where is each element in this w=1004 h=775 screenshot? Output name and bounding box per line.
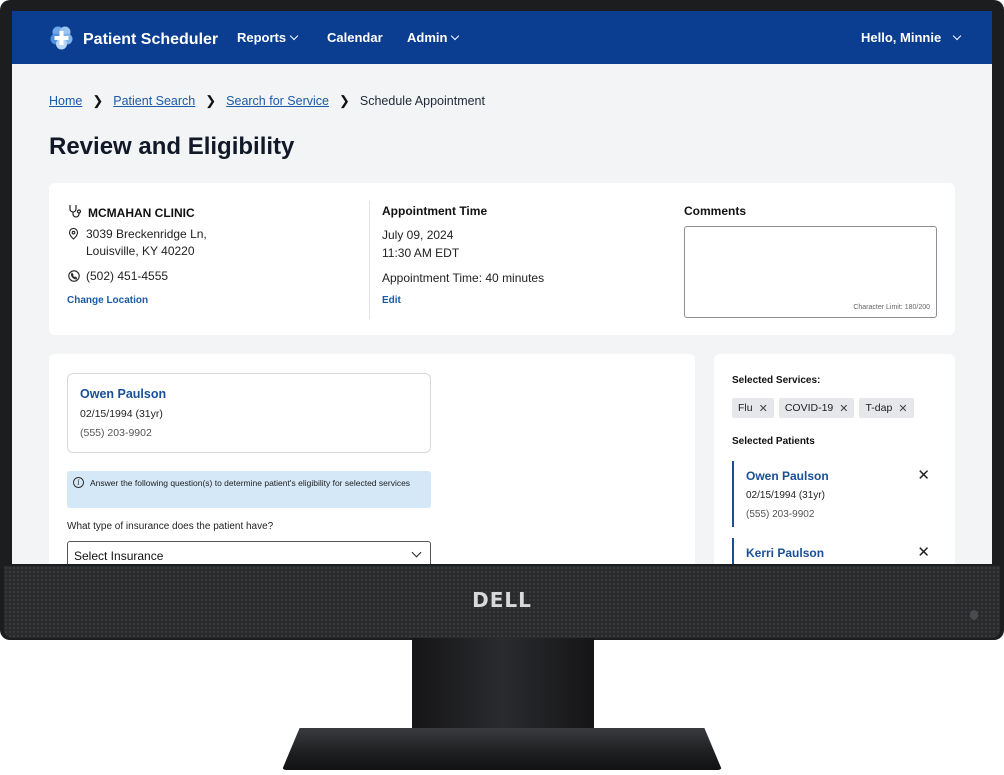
stethoscope-icon — [67, 204, 82, 222]
selection-sidebar: Selected Services: Flu ✕ COVID-19 ✕ T-da… — [714, 354, 955, 564]
appointment-time: 11:30 AM EDT — [382, 246, 460, 260]
patient-phone: (555) 203-9902 — [80, 427, 152, 439]
address-line1: 3039 Breckenridge Ln, — [86, 227, 207, 241]
monitor-stand-base — [282, 728, 722, 770]
close-icon[interactable]: ✕ — [898, 402, 907, 415]
monitor-stand-neck — [412, 638, 594, 734]
phone-icon — [67, 269, 80, 282]
monitor-frame: Patient Scheduler Reports Calendar Admin… — [0, 0, 1004, 640]
patient-name[interactable]: Owen Paulson — [80, 387, 166, 401]
close-icon[interactable]: ✕ — [839, 402, 848, 415]
breadcrumb-home[interactable]: Home — [49, 94, 82, 108]
page-title: Review and Eligibility — [49, 133, 295, 160]
appointment-time-heading: Appointment Time — [382, 204, 488, 218]
character-limit: Character Limit: 180/200 — [853, 304, 930, 311]
chip-label: T-dap — [865, 402, 893, 414]
chip-label: Flu — [738, 402, 753, 414]
chevron-down-icon — [952, 31, 962, 41]
monitor-bezel: DELL — [4, 566, 1000, 638]
selected-patient-phone: (555) 203-9902 — [746, 509, 815, 520]
service-chip-flu: Flu ✕ — [732, 398, 774, 418]
breadcrumb-patient-search[interactable]: Patient Search — [113, 94, 195, 108]
breadcrumb: Home ❯ Patient Search ❯ Search for Servi… — [49, 93, 485, 109]
info-text: Answer the following question(s) to dete… — [90, 478, 411, 488]
clinic-address: 3039 Breckenridge Ln, Louisville, KY 402… — [67, 227, 207, 258]
appointment-duration: Appointment Time: 40 minutes — [382, 271, 545, 285]
chevron-right-icon: ❯ — [92, 93, 104, 108]
eligibility-card: Owen Paulson 02/15/1994 (31yr) (555) 203… — [49, 354, 695, 564]
close-icon[interactable]: ✕ — [917, 543, 930, 561]
top-navbar: Patient Scheduler Reports Calendar Admin… — [12, 11, 992, 64]
comments-heading: Comments — [684, 204, 747, 218]
info-icon: i — [73, 477, 84, 488]
chevron-down-icon — [289, 31, 299, 41]
service-chip-covid: COVID-19 ✕ — [778, 398, 855, 418]
info-banner: i Answer the following question(s) to de… — [67, 471, 431, 508]
user-greeting: Hello, Minnie — [861, 30, 942, 45]
appointment-summary-card: MCMAHAN CLINIC 3039 Breckenridge Ln, Lou… — [49, 183, 955, 335]
power-button[interactable] — [970, 610, 978, 620]
address-line2: Louisville, KY 40220 — [86, 244, 195, 258]
service-chips: Flu ✕ COVID-19 ✕ T-dap ✕ — [732, 398, 914, 418]
insurance-select[interactable]: Select Insurance — [67, 541, 431, 564]
insurance-question: What type of insurance does the patient … — [67, 521, 274, 532]
clinic-phone-row: (502) 451-4555 — [67, 269, 168, 283]
nav-reports[interactable]: Reports — [237, 30, 299, 45]
selected-patient-dob: 02/15/1994 (31yr) — [746, 490, 825, 501]
comments-textarea[interactable]: Character Limit: 180/200 — [684, 226, 937, 318]
user-menu[interactable]: Hello, Minnie — [861, 30, 962, 45]
close-icon[interactable]: ✕ — [917, 466, 930, 484]
dell-logo: DELL — [472, 588, 532, 612]
divider — [369, 201, 370, 319]
clinic-phone: (502) 451-4555 — [86, 269, 169, 283]
nav-reports-label: Reports — [237, 30, 287, 45]
chip-label: COVID-19 — [784, 402, 834, 414]
selected-patient-name[interactable]: Owen Paulson — [746, 469, 829, 483]
nav-calendar[interactable]: Calendar — [327, 30, 383, 45]
insurance-select-value: Select Insurance — [74, 549, 164, 563]
brand[interactable]: Patient Scheduler — [48, 24, 218, 56]
close-icon[interactable]: ✕ — [759, 402, 768, 415]
appointment-date: July 09, 2024 — [382, 228, 454, 242]
breadcrumb-current: Schedule Appointment — [359, 94, 485, 108]
change-location-link[interactable]: Change Location — [67, 295, 148, 306]
service-chip-tdap: T-dap ✕ — [859, 398, 914, 418]
patient-dob: 02/15/1994 (31yr) — [80, 408, 163, 420]
selected-patient-item: Owen Paulson 02/15/1994 (31yr) (555) 203… — [732, 461, 942, 527]
chevron-down-icon — [411, 547, 422, 558]
brand-name: Patient Scheduler — [83, 31, 219, 48]
nav-admin[interactable]: Admin — [407, 30, 460, 45]
clinic-name: MCMAHAN CLINIC — [88, 206, 195, 220]
current-patient-card: Owen Paulson 02/15/1994 (31yr) (555) 203… — [67, 373, 431, 453]
nav-admin-label: Admin — [407, 30, 448, 45]
brand-logo-icon — [48, 24, 75, 56]
chevron-down-icon — [451, 31, 460, 41]
clinic-name-row: MCMAHAN CLINIC — [67, 204, 195, 222]
selected-patient-item: Kerri Paulson ✕ — [732, 538, 942, 564]
breadcrumb-search-for-service[interactable]: Search for Service — [226, 94, 329, 108]
location-pin-icon — [67, 227, 80, 240]
chevron-right-icon: ❯ — [205, 93, 217, 108]
selected-services-heading: Selected Services: — [732, 375, 821, 386]
nav-calendar-label: Calendar — [327, 30, 383, 45]
selected-patients-heading: Selected Patients — [732, 436, 815, 447]
selected-patient-name[interactable]: Kerri Paulson — [746, 546, 824, 560]
chevron-right-icon: ❯ — [338, 93, 350, 108]
edit-appointment-link[interactable]: Edit — [382, 295, 401, 306]
screen: Patient Scheduler Reports Calendar Admin… — [12, 11, 992, 564]
